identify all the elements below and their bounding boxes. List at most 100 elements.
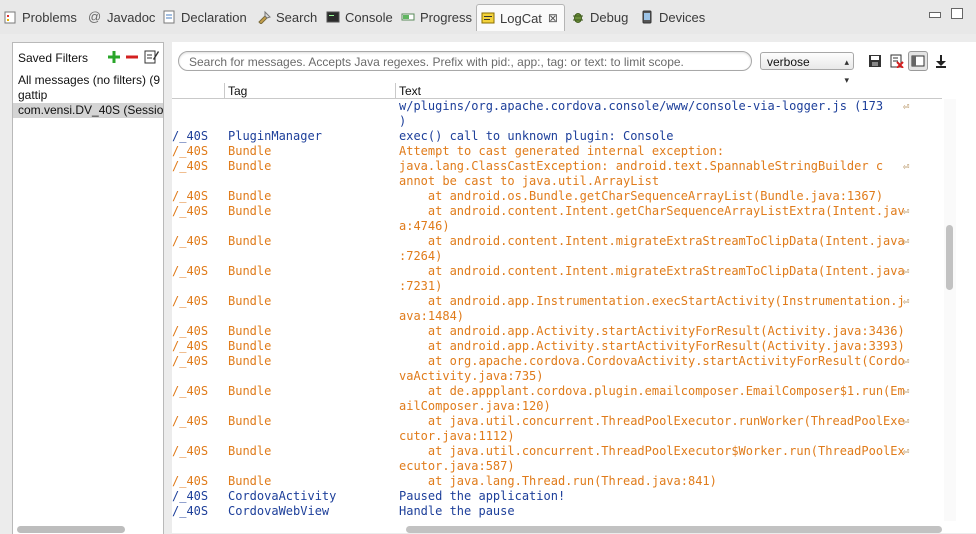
log-row[interactable]: :7231) bbox=[172, 279, 942, 294]
declaration-icon bbox=[162, 10, 176, 24]
log-row[interactable]: ecutor.java:587) bbox=[172, 459, 942, 474]
clear-log-icon[interactable] bbox=[890, 54, 904, 69]
filter-item-session[interactable]: com.vensi.DV_40S (Session bbox=[13, 103, 163, 118]
log-text: at android.os.Bundle.getCharSequenceArra… bbox=[399, 189, 884, 203]
log-text: Paused the application! bbox=[399, 489, 566, 503]
log-text: Attempt to cast generated internal excep… bbox=[399, 144, 725, 158]
column-text[interactable]: Text bbox=[399, 84, 421, 98]
filters-horizontal-scrollbar[interactable] bbox=[17, 526, 125, 533]
tab-problems[interactable]: Problems bbox=[3, 4, 77, 30]
log-pid: /_40S bbox=[172, 189, 209, 203]
log-text: ecutor.java:587) bbox=[399, 459, 515, 473]
log-row[interactable]: /_40S Bundle at android.content.Intent.mi… bbox=[172, 264, 942, 279]
log-row[interactable]: /_40S Bundle at org.apache.cordova.Cordov… bbox=[172, 354, 942, 369]
log-tag: Bundle bbox=[228, 414, 272, 428]
column-tag[interactable]: Tag bbox=[228, 84, 247, 98]
log-text: cutor.java:1112) bbox=[399, 429, 515, 443]
log-row[interactable]: vaActivity.java:735) bbox=[172, 369, 942, 384]
log-row[interactable]: /_40S PluginManager exec() call to unknown… bbox=[172, 129, 942, 144]
log-text: at android.content.Intent.migrateExtraSt… bbox=[399, 234, 905, 248]
scroll-lock-icon[interactable] bbox=[934, 54, 948, 68]
log-row[interactable]: cutor.java:1112) bbox=[172, 429, 942, 444]
log-row[interactable]: /_40S Bundle at java.util.concurrent.Thre… bbox=[172, 444, 942, 459]
log-text: a:4746) bbox=[399, 219, 450, 233]
line-wrap-icon: ⏎ bbox=[903, 295, 910, 308]
log-text: at java.lang.Thread.run(Thread.java:841) bbox=[399, 474, 717, 488]
log-tag: Bundle bbox=[228, 339, 272, 353]
log-text: annot be cast to java.util.ArrayList bbox=[399, 174, 660, 188]
tab-console[interactable]: Console bbox=[326, 4, 393, 30]
view-tab-bar: Problems @ Javadoc Declaration Search Co… bbox=[0, 0, 976, 34]
tab-javadoc[interactable]: @ Javadoc bbox=[88, 4, 155, 30]
search-input[interactable]: Search for messages. Accepts Java regexe… bbox=[178, 51, 752, 71]
log-message-table[interactable]: w/plugins/org.apache.cordova.console/www… bbox=[172, 99, 942, 521]
line-wrap-icon: ⏎ bbox=[903, 160, 910, 173]
add-filter-icon[interactable] bbox=[108, 50, 120, 66]
maximize-button[interactable] bbox=[951, 8, 963, 19]
log-row[interactable]: /_40S Bundle at java.lang.Thread.run(Thre… bbox=[172, 474, 942, 489]
log-row[interactable]: :7264) bbox=[172, 249, 942, 264]
log-pid: /_40S bbox=[172, 444, 209, 458]
log-row[interactable]: /_40S Bundle Attempt to cast generated int… bbox=[172, 144, 942, 159]
log-pid: /_40S bbox=[172, 144, 209, 158]
log-row[interactable]: ) bbox=[172, 114, 942, 129]
log-row[interactable]: /_40S CordovaWebView Handle the pause bbox=[172, 504, 942, 519]
log-row[interactable]: ava:1484) bbox=[172, 309, 942, 324]
log-row[interactable]: /_40S Bundle at android.app.Activity.star… bbox=[172, 339, 942, 354]
log-row[interactable]: /_40S Bundle at android.os.Bundle.getChar… bbox=[172, 189, 942, 204]
column-divider[interactable] bbox=[224, 83, 225, 98]
log-row[interactable]: /_40S Bundle java.lang.ClassCastException:… bbox=[172, 159, 942, 174]
log-tag: Bundle bbox=[228, 264, 272, 278]
log-pid: /_40S bbox=[172, 384, 209, 398]
save-icon[interactable] bbox=[868, 54, 882, 68]
log-row[interactable]: /_40S Bundle at android.app.Activity.star… bbox=[172, 324, 942, 339]
tab-logcat[interactable]: LogCat ⊠ bbox=[476, 4, 565, 31]
phone-icon bbox=[640, 10, 654, 24]
log-row[interactable]: /_40S Bundle at android.content.Intent.mi… bbox=[172, 234, 942, 249]
minimize-button[interactable] bbox=[929, 12, 941, 18]
log-tag: Bundle bbox=[228, 294, 272, 308]
log-row[interactable]: /_40S CordovaActivity Paused the applicati… bbox=[172, 489, 942, 504]
log-row[interactable]: /_40S Bundle at android.app.Instrumentati… bbox=[172, 294, 942, 309]
log-pid: /_40S bbox=[172, 339, 209, 353]
log-row[interactable]: /_40S Bundle at de.appplant.cordova.plugi… bbox=[172, 384, 942, 399]
log-text: at android.content.Intent.getCharSequenc… bbox=[399, 204, 905, 218]
filter-item-all[interactable]: All messages (no filters) (9 bbox=[13, 73, 163, 88]
logcat-icon bbox=[481, 11, 495, 25]
tab-progress[interactable]: Progress bbox=[401, 4, 472, 30]
log-row[interactable]: a:4746) bbox=[172, 219, 942, 234]
edit-filter-icon[interactable] bbox=[144, 49, 159, 67]
close-icon[interactable]: ⊠ bbox=[548, 11, 558, 25]
log-row[interactable]: /_40S Bundle at android.content.Intent.ge… bbox=[172, 204, 942, 219]
log-row[interactable]: ailComposer.java:120) bbox=[172, 399, 942, 414]
log-text: ava:1484) bbox=[399, 309, 465, 323]
tab-devices[interactable]: Devices bbox=[640, 4, 705, 30]
tab-label: LogCat bbox=[500, 10, 542, 26]
log-pid: /_40S bbox=[172, 489, 209, 503]
log-horizontal-scrollbar[interactable] bbox=[406, 526, 942, 533]
toggle-filters-icon[interactable] bbox=[908, 51, 928, 71]
log-vertical-scrollbar[interactable] bbox=[944, 99, 956, 521]
log-level-select[interactable]: verbose ▴ ▾ bbox=[760, 52, 854, 85]
line-wrap-icon: ⏎ bbox=[903, 355, 910, 368]
log-tag: PluginManager bbox=[228, 129, 322, 143]
log-tag: Bundle bbox=[228, 189, 272, 203]
log-row[interactable]: annot be cast to java.util.ArrayList bbox=[172, 174, 942, 189]
log-tag: Bundle bbox=[228, 234, 272, 248]
line-wrap-icon: ⏎ bbox=[903, 415, 910, 428]
tab-debug[interactable]: Debug bbox=[571, 4, 628, 30]
tab-search[interactable]: Search bbox=[257, 4, 317, 30]
tab-declaration[interactable]: Declaration bbox=[162, 4, 247, 30]
column-divider[interactable] bbox=[395, 83, 396, 98]
log-text: :7264) bbox=[399, 249, 443, 263]
console-icon bbox=[326, 10, 340, 24]
filter-item-gattip[interactable]: gattip bbox=[13, 88, 163, 103]
log-text: at android.content.Intent.migrateExtraSt… bbox=[399, 264, 905, 278]
remove-filter-icon[interactable] bbox=[126, 51, 138, 66]
log-row[interactable]: /_40S Bundle at java.util.concurrent.Thre… bbox=[172, 414, 942, 429]
log-row[interactable]: w/plugins/org.apache.cordova.console/www… bbox=[172, 99, 942, 114]
saved-filters-title: Saved Filters bbox=[18, 51, 89, 65]
log-text: at android.app.Activity.startActivityFor… bbox=[399, 324, 905, 338]
log-vertical-scroll-thumb[interactable] bbox=[946, 225, 953, 290]
log-pid: /_40S bbox=[172, 414, 209, 428]
